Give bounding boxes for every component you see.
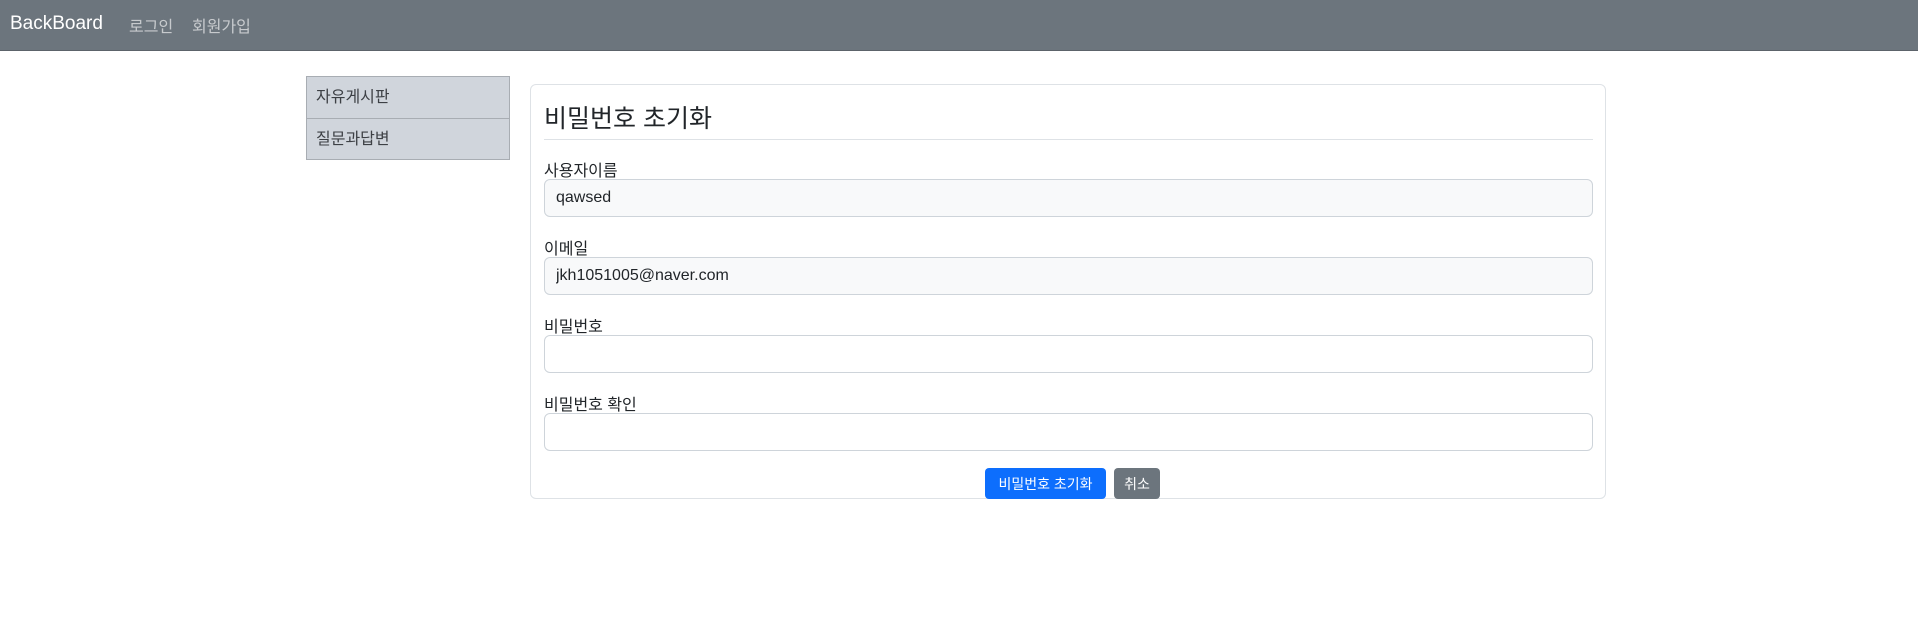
brand-link[interactable]: BackBoard <box>10 13 103 35</box>
top-navbar: BackBoard 로그인 회원가입 <box>0 0 1918 51</box>
password-reset-card: 비밀번호 초기화 사용자이름 이메일 비밀번호 비밀번호 확인 비밀번호 초기화… <box>530 84 1606 499</box>
title-divider <box>544 139 1593 140</box>
cancel-button[interactable]: 취소 <box>1114 468 1160 499</box>
password-confirm-label: 비밀번호 확인 <box>544 397 637 414</box>
sidebar-menu: 자유게시판 질문과답변 <box>306 76 510 160</box>
password-label: 비밀번호 <box>544 319 603 336</box>
email-field[interactable] <box>544 257 1593 295</box>
sidebar-item-free-board[interactable]: 자유게시판 <box>307 77 509 118</box>
page-title: 비밀번호 초기화 <box>544 105 712 133</box>
reset-password-button[interactable]: 비밀번호 초기화 <box>985 468 1106 499</box>
username-field[interactable] <box>544 179 1593 217</box>
password-confirm-field[interactable] <box>544 413 1593 451</box>
sidebar-item-qna[interactable]: 질문과답변 <box>307 118 509 159</box>
password-field[interactable] <box>544 335 1593 373</box>
email-label: 이메일 <box>544 241 589 258</box>
login-link[interactable]: 로그인 <box>129 13 173 37</box>
username-label: 사용자이름 <box>544 163 618 180</box>
signup-link[interactable]: 회원가입 <box>192 13 251 37</box>
